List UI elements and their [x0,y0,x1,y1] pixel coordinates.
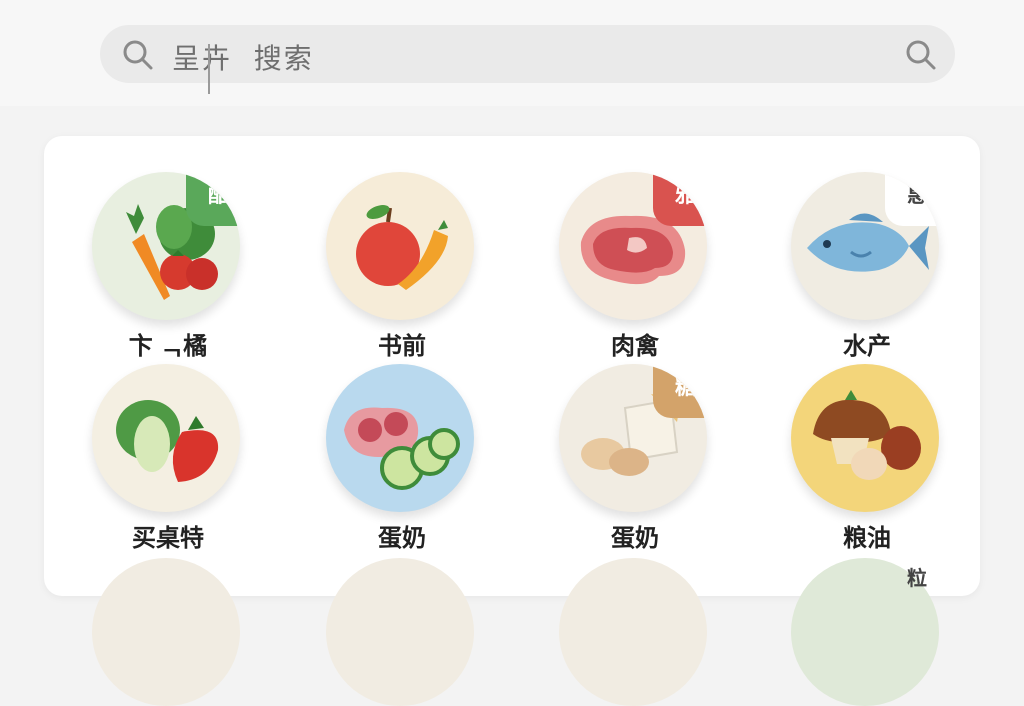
search-submit-icon[interactable] [905,39,937,71]
mushroom-icon [791,364,939,512]
fish-icon: 惠 [791,172,939,320]
category-item-peek[interactable] [326,558,474,706]
search-input[interactable]: 呈卉 搜索 [172,37,314,77]
category-item-produce[interactable]: 买桌特 [78,364,258,564]
lettuce-strawberry-icon [92,364,240,512]
badge: 糖 [653,364,707,418]
category-item-peek[interactable]: 粒 [791,558,939,706]
category-item-dairy[interactable]: 糖 蛋奶 [545,364,725,564]
text-cursor [208,44,210,94]
category-item-peek[interactable] [559,558,707,706]
badge: 粒 [907,566,927,590]
category-item-fruit[interactable]: 书前 [312,172,492,372]
category-label: 水产 [843,332,891,360]
category-label: 书前 [378,332,426,360]
meat-cucumber-icon [326,364,474,512]
vegetables-icon: 酷 [92,172,240,320]
category-label: 卞 ᆨ橘 [128,332,208,360]
category-label: 蛋奶 [611,524,659,552]
category-item-eggs-dairy[interactable]: 蛋奶 [312,364,492,564]
category-label: 肉禽 [611,332,659,360]
search-icon[interactable] [122,39,154,71]
badge: 惠 [885,172,939,226]
badge: 雅 [653,172,707,226]
category-label: 粮油 [843,524,891,552]
steak-icon: 雅 [559,172,707,320]
category-item-grain-oil[interactable]: 粮油 [777,364,957,564]
search-bar[interactable]: 呈卉 搜索 [100,25,955,83]
bread-cheese-icon: 糖 [559,364,707,512]
badge: 酷 [186,172,240,226]
category-label: 蛋奶 [378,524,426,552]
category-card: 酷 卞 ᆨ橘 书前 雅 肉禽 惠 水产 买桌特 蛋奶 糖 蛋奶 粮油 粒 [44,136,980,706]
category-item-vegetables[interactable]: 酷 卞 ᆨ橘 [78,172,258,372]
category-item-meat[interactable]: 雅 肉禽 [545,172,725,372]
category-label: 买桌特 [132,524,204,552]
apple-carrot-icon [326,172,474,320]
category-item-seafood[interactable]: 惠 水产 [777,172,957,372]
category-item-peek[interactable] [92,558,240,706]
